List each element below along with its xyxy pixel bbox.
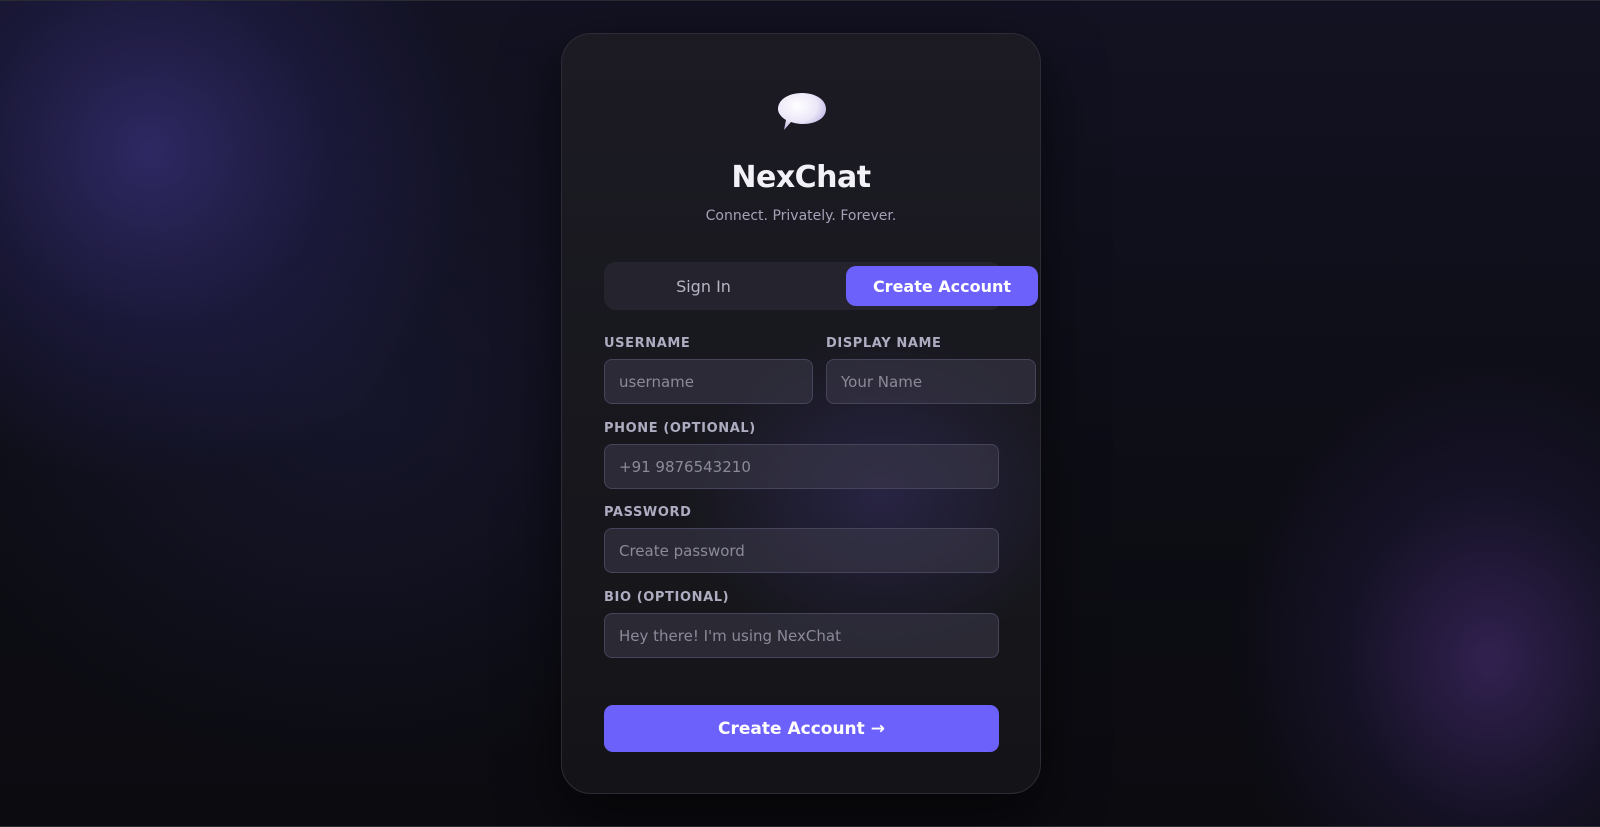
tab-sign-in[interactable]: Sign In — [608, 266, 799, 306]
tab-create-account[interactable]: Create Account — [846, 266, 1038, 306]
auth-tabs: Sign In Create Account — [604, 262, 1038, 310]
app-tagline: Connect. Privately. Forever. — [705, 208, 897, 224]
create-account-button[interactable]: Create Account → — [604, 705, 999, 752]
speech-bubble-icon — [778, 93, 826, 130]
password-input[interactable] — [604, 528, 999, 573]
bio-label: BIO (OPTIONAL) — [604, 590, 730, 605]
username-input[interactable] — [604, 359, 813, 404]
password-label: PASSWORD — [604, 505, 692, 520]
phone-input[interactable] — [604, 444, 999, 489]
display-name-input[interactable] — [826, 359, 1036, 404]
signup-card: NexChat Connect. Privately. Forever. Sig… — [561, 33, 1041, 794]
phone-label: PHONE (OPTIONAL) — [604, 421, 756, 436]
username-label: USERNAME — [604, 336, 691, 351]
app-title: NexChat — [731, 160, 871, 195]
bio-input[interactable] — [604, 613, 999, 658]
display-name-label: DISPLAY NAME — [826, 336, 942, 351]
